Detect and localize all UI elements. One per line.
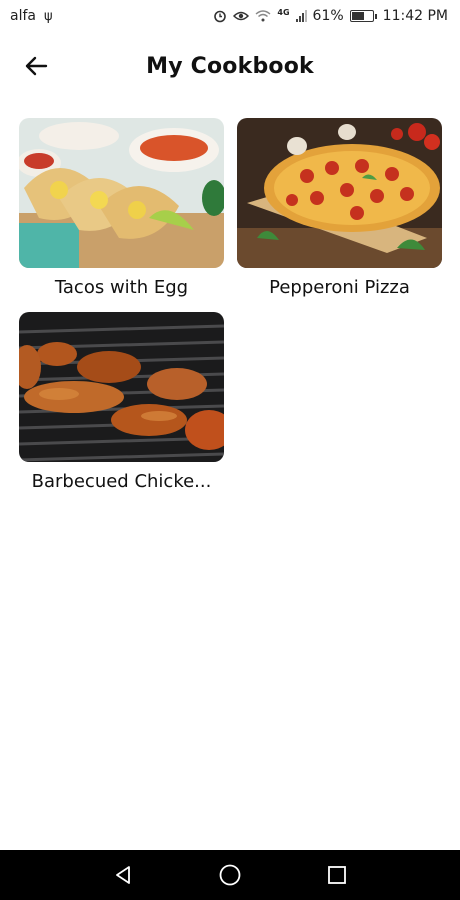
status-left: alfa ψ <box>10 8 53 24</box>
nav-home-button[interactable] <box>210 855 250 895</box>
carrier-label: alfa <box>10 8 36 24</box>
network-type: 4G <box>277 7 290 17</box>
clock: 11:42 PM <box>382 8 448 24</box>
recipe-card-tacos[interactable]: Tacos with Egg <box>19 118 224 300</box>
pizza-photo <box>237 118 442 268</box>
signal-icon <box>295 10 307 22</box>
recents-square-icon <box>327 866 346 884</box>
usb-icon: ψ <box>43 8 53 24</box>
tacos-photo <box>19 118 224 268</box>
system-nav-bar <box>0 850 460 900</box>
back-button[interactable] <box>18 52 54 80</box>
alarm-icon <box>213 9 227 23</box>
status-right: 4G 61% 11:42 PM <box>213 8 448 24</box>
recipe-card-pizza[interactable]: Pepperoni Pizza <box>237 118 442 300</box>
recipe-title: Barbecued Chicke... <box>31 471 212 492</box>
bbq-chicken-photo <box>19 312 224 462</box>
recipe-card-bbq-chicken[interactable]: Barbecued Chicke... <box>19 312 224 494</box>
page-title: My Cookbook <box>146 53 314 79</box>
recipe-title: Tacos with Egg <box>54 277 189 298</box>
back-triangle-icon <box>116 866 131 884</box>
app-bar: My Cookbook <box>0 40 460 92</box>
nav-back-button[interactable] <box>103 855 143 895</box>
arrow-left-icon <box>25 56 48 76</box>
status-bar: alfa ψ 4G 61% 11:42 PM <box>0 0 460 32</box>
recipe-title: Pepperoni Pizza <box>269 277 410 298</box>
recipe-grid: Tacos with Egg Pepperoni Pizza Barbecued… <box>19 118 443 494</box>
home-circle-icon <box>219 864 241 886</box>
battery-icon <box>349 10 377 22</box>
nav-recents-button[interactable] <box>317 855 357 895</box>
wifi-icon <box>255 10 271 22</box>
battery-percent: 61% <box>312 8 344 24</box>
eye-icon <box>233 10 250 22</box>
